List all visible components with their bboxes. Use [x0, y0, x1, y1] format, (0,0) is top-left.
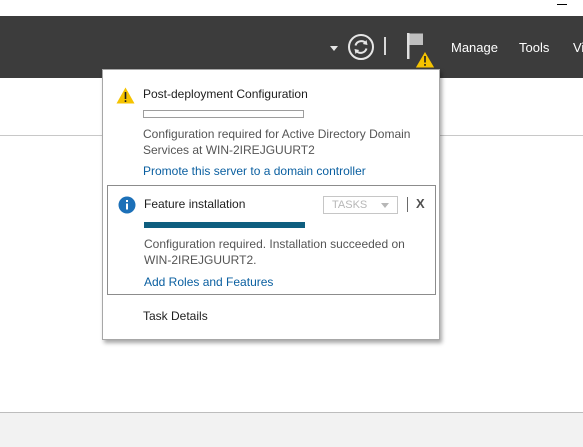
- message-line: WIN-2IREJGUURT2.: [144, 253, 257, 267]
- dismiss-notification-button[interactable]: X: [416, 196, 425, 211]
- promote-dc-link[interactable]: Promote this server to a domain controll…: [143, 164, 366, 178]
- card-separator: [407, 197, 408, 212]
- window-titlebar: [0, 0, 583, 16]
- progress-bar: [144, 222, 305, 228]
- notification-message: Configuration required. Installation suc…: [144, 236, 434, 268]
- dashboard-lower-area: [0, 412, 583, 447]
- refresh-icon[interactable]: [347, 33, 375, 61]
- menu-tools[interactable]: Tools: [519, 40, 549, 55]
- tasks-dropdown[interactable]: TASKS: [323, 196, 398, 214]
- notification-card-feature-installation: Feature installation TASKS X Configurati…: [107, 185, 436, 295]
- header-separator: [384, 37, 386, 55]
- chevron-down-icon: [381, 203, 389, 208]
- notifications-popup: Post-deployment Configuration Configurat…: [102, 69, 440, 340]
- message-line: Services at WIN-2IREJGUURT2: [143, 143, 315, 157]
- flag-warning-icon[interactable]: [404, 30, 438, 70]
- chevron-down-icon[interactable]: [329, 44, 339, 52]
- menu-view[interactable]: Vi: [573, 40, 583, 55]
- warning-icon: [116, 87, 135, 104]
- notification-message: Configuration required for Active Direct…: [143, 126, 433, 158]
- minimize-button[interactable]: [557, 0, 569, 10]
- task-details-link[interactable]: Task Details: [143, 309, 208, 323]
- tasks-label: TASKS: [332, 199, 368, 211]
- message-line: Configuration required for Active Direct…: [143, 127, 411, 141]
- notification-title: Post-deployment Configuration: [143, 87, 308, 101]
- server-manager-window: Manage Tools Vi Post-deployment Configur…: [0, 0, 583, 447]
- notification-title: Feature installation: [144, 197, 246, 211]
- info-icon: [118, 196, 136, 214]
- add-roles-features-link[interactable]: Add Roles and Features: [144, 275, 273, 289]
- progress-bar: [143, 110, 304, 118]
- menu-manage[interactable]: Manage: [451, 40, 498, 55]
- message-line: Configuration required. Installation suc…: [144, 237, 405, 251]
